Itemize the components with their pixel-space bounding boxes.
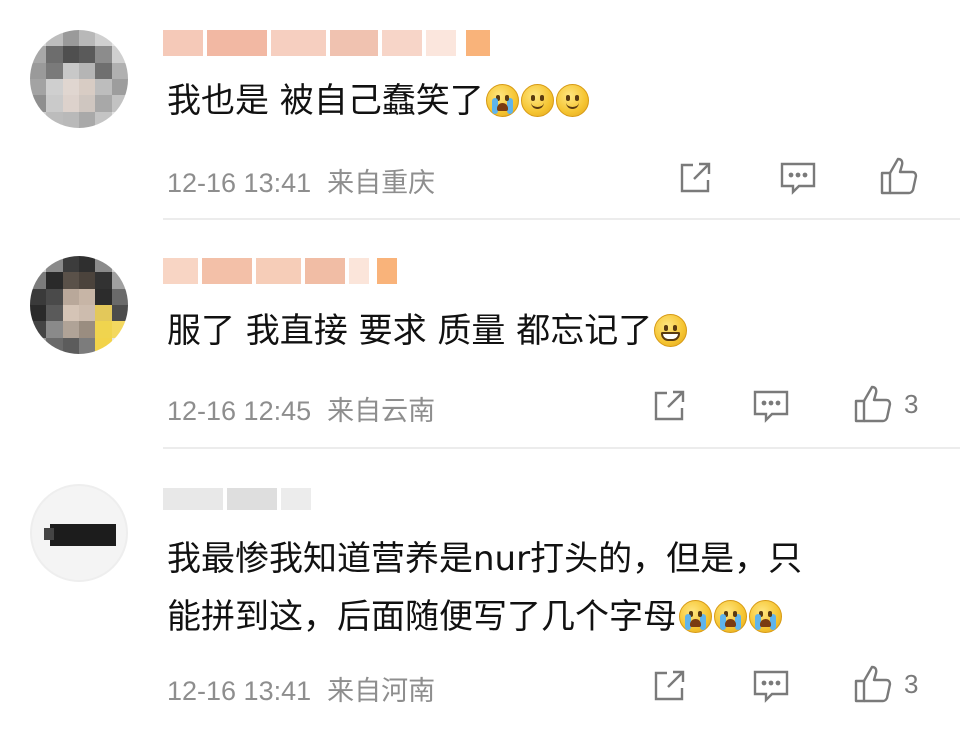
crying-face-icon <box>714 600 747 633</box>
comment-text: 我也是 被自己蠢笑了 <box>167 76 589 126</box>
share-button[interactable] <box>677 160 713 196</box>
reply-button[interactable] <box>752 668 790 704</box>
grinning-face-icon <box>654 314 688 347</box>
share-button[interactable] <box>651 388 687 424</box>
reply-button[interactable] <box>779 160 817 196</box>
crying-face-icon <box>749 600 782 633</box>
share-icon <box>654 390 685 421</box>
comment-text-content: 服了 我直接 要求 质量 都忘记了 <box>167 311 653 351</box>
comment-meta: 12-16 13:41 来自重庆 <box>167 161 435 200</box>
like-button[interactable]: 3 <box>852 663 918 705</box>
comment-icon <box>753 390 789 423</box>
divider <box>163 447 960 449</box>
share-icon <box>654 670 685 701</box>
comment-time: 12-16 13:41 <box>167 168 312 198</box>
thumbs-up-icon <box>854 385 892 423</box>
share-button[interactable] <box>651 668 687 704</box>
like-button[interactable]: 3 <box>852 383 918 425</box>
smiling-face-icon <box>520 84 554 117</box>
crying-face-icon <box>679 600 712 633</box>
share-icon <box>680 162 711 193</box>
username-blurred[interactable] <box>163 488 311 510</box>
comment-icon <box>753 670 789 703</box>
like-count: 3 <box>904 388 919 419</box>
divider <box>163 218 960 220</box>
thumbs-up-icon <box>854 665 892 703</box>
comment-meta: 12-16 12:45 来自云南 <box>167 389 435 428</box>
username-blurred[interactable] <box>163 30 490 56</box>
comment-text-line-1: 我最惨我知道营养是nur打头的，但是，只 <box>167 539 803 579</box>
comment-text: 服了 我直接 要求 质量 都忘记了 <box>167 306 688 356</box>
like-button[interactable] <box>878 155 930 197</box>
like-count: 3 <box>904 668 919 699</box>
username-blurred[interactable] <box>163 258 397 284</box>
comment-icon <box>780 162 816 195</box>
reply-button[interactable] <box>752 388 790 424</box>
comment-meta: 12-16 13:41 来自河南 <box>167 669 435 708</box>
comment-location: 来自云南 <box>327 396 436 426</box>
comment-text-content: 我也是 被自己蠢笑了 <box>167 81 484 121</box>
comment-location: 来自河南 <box>327 676 436 706</box>
comment-item: 我也是 被自己蠢笑了 12-16 13:41 来自重庆 <box>0 0 960 220</box>
avatar[interactable] <box>30 484 128 582</box>
comment-time: 12-16 13:41 <box>167 676 312 706</box>
comment-text: 我最惨我知道营养是nur打头的，但是，只 能拼到这，后面随便写了几个字母 <box>167 530 802 646</box>
crying-face-icon <box>485 84 519 117</box>
comment-time: 12-16 12:45 <box>167 396 312 426</box>
comment-location: 来自重庆 <box>327 168 436 198</box>
smiling-face-icon <box>555 84 589 117</box>
comment-text-line-2: 能拼到这，后面随便写了几个字母 <box>167 597 677 637</box>
avatar[interactable] <box>30 256 128 354</box>
avatar[interactable] <box>30 30 128 128</box>
thumbs-up-icon <box>880 157 918 195</box>
